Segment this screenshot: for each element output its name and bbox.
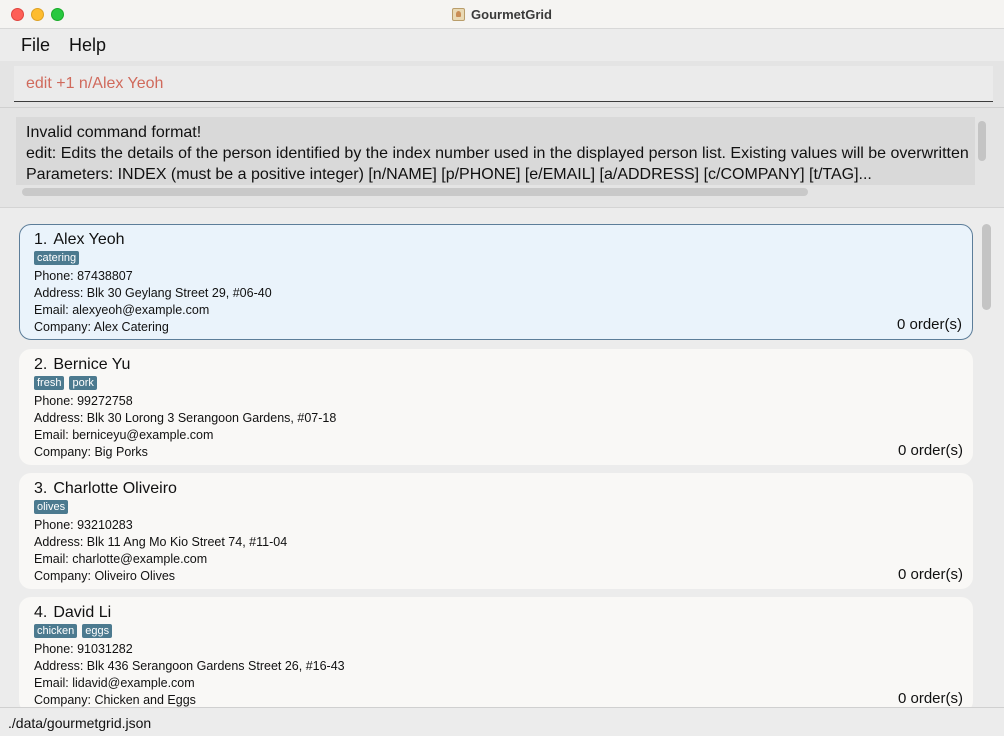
person-phone: Phone: 93210283: [34, 518, 133, 532]
tag: catering: [34, 251, 80, 265]
tag-list: olives: [34, 500, 958, 517]
person-name: David Li: [53, 604, 112, 621]
person-email: Email: alexyeoh@example.com: [34, 303, 210, 317]
order-count: 0 order(s): [897, 442, 963, 459]
person-card[interactable]: 1. Alex Yeoh catering Phone: 87438807 Add…: [19, 224, 973, 340]
command-box: [0, 61, 1004, 107]
result-vertical-scrollbar[interactable]: [978, 121, 986, 161]
order-count: 0 order(s): [897, 690, 963, 707]
person-name-line: 1. Alex Yeoh: [34, 230, 958, 250]
tag: olives: [34, 500, 69, 514]
person-address: Address: Blk 11 Ang Mo Kio Street 74, #1…: [34, 535, 288, 549]
person-list-scrollbar[interactable]: [982, 224, 991, 310]
person-name-line: 2. Bernice Yu: [34, 355, 958, 375]
person-email: Email: lidavid@example.com: [34, 676, 195, 690]
person-phone: Phone: 91031282: [34, 642, 133, 656]
person-address: Address: Blk 30 Lorong 3 Serangoon Garde…: [34, 411, 337, 425]
person-company: Company: Alex Catering: [34, 320, 169, 334]
person-index: 2.: [34, 356, 48, 373]
result-text-area[interactable]: Invalid command format! edit: Edits the …: [16, 117, 975, 185]
tag-list: fresh pork: [34, 376, 958, 393]
tag: eggs: [82, 624, 113, 638]
person-list: 1. Alex Yeoh catering Phone: 87438807 Add…: [0, 207, 1004, 707]
order-count: 0 order(s): [897, 566, 963, 583]
title-bar: GourmetGrid: [0, 0, 1004, 29]
person-index: 4.: [34, 604, 48, 621]
person-company: Company: Chicken and Eggs: [34, 693, 196, 707]
person-company: Company: Big Porks: [34, 445, 148, 459]
app-icon: [452, 8, 466, 21]
command-input[interactable]: [14, 66, 993, 102]
menu-file[interactable]: File: [21, 35, 50, 56]
tag-list: chicken eggs: [34, 624, 958, 641]
person-company: Company: Oliveiro Olives: [34, 569, 176, 583]
person-name-line: 4. David Li: [34, 603, 958, 623]
result-line: Invalid command format!: [26, 124, 202, 141]
data-file-path: ./data/gourmetgrid.json: [8, 715, 152, 731]
order-count: 0 order(s): [896, 316, 962, 333]
menu-bar: File Help: [0, 29, 1004, 61]
person-card[interactable]: 3. Charlotte Oliveiro olives Phone: 93210…: [19, 473, 973, 589]
result-horizontal-scrollbar[interactable]: [22, 188, 808, 196]
person-index: 1.: [34, 231, 48, 248]
app-window: GourmetGrid File Help Invalid command fo…: [0, 0, 1004, 736]
tag: fresh: [34, 376, 65, 390]
person-email: Email: berniceyu@example.com: [34, 428, 214, 442]
person-email: Email: charlotte@example.com: [34, 552, 208, 566]
person-phone: Phone: 87438807: [34, 269, 133, 283]
person-address: Address: Blk 30 Geylang Street 29, #06-4…: [34, 286, 272, 300]
person-name-line: 3. Charlotte Oliveiro: [34, 479, 958, 499]
result-display: Invalid command format! edit: Edits the …: [0, 107, 1004, 207]
person-card[interactable]: 4. David Li chicken eggs Phone: 91031282 …: [19, 597, 973, 707]
result-line: edit: Edits the details of the person id…: [26, 145, 969, 162]
person-phone: Phone: 99272758: [34, 394, 133, 408]
person-index: 3.: [34, 480, 48, 497]
status-bar: ./data/gourmetgrid.json: [0, 707, 1004, 736]
person-card[interactable]: 2. Bernice Yu fresh pork Phone: 99272758 …: [19, 349, 973, 465]
window-title: GourmetGrid: [471, 7, 552, 22]
tag: pork: [69, 376, 97, 390]
person-name: Alex Yeoh: [53, 231, 125, 248]
window-title-group: GourmetGrid: [0, 0, 1004, 29]
person-name: Bernice Yu: [53, 356, 131, 373]
person-name: Charlotte Oliveiro: [53, 480, 177, 497]
tag-list: catering: [34, 251, 958, 268]
menu-help[interactable]: Help: [69, 35, 106, 56]
result-line: Parameters: INDEX (must be a positive in…: [26, 166, 872, 183]
person-address: Address: Blk 436 Serangoon Gardens Stree…: [34, 659, 345, 673]
tag: chicken: [34, 624, 78, 638]
